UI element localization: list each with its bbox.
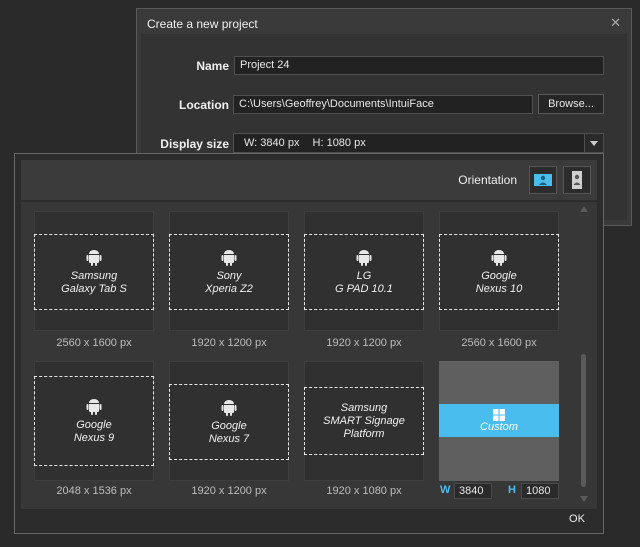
display-size-dropdown[interactable]: W: 3840 px H: 1080 px — [233, 133, 604, 153]
scroll-up-icon[interactable] — [580, 206, 588, 212]
device-screen: Google Nexus 10 — [439, 234, 559, 310]
ok-button[interactable]: OK — [557, 509, 597, 529]
location-label: Location — [179, 98, 229, 112]
device-grid: Samsung Galaxy Tab S 2560 x 1600 px Sony X… — [21, 202, 597, 509]
device-resolution: 1920 x 1200 px — [326, 337, 402, 349]
device-resolution: 1920 x 1200 px — [191, 485, 267, 497]
landscape-icon[interactable] — [529, 166, 557, 194]
device-name: LG G PAD 10.1 — [335, 270, 393, 295]
android-icon — [221, 250, 237, 266]
close-icon[interactable]: ✕ — [610, 15, 621, 31]
device-screen: Sony Xperia Z2 — [169, 234, 289, 310]
scroll-thumb[interactable] — [581, 354, 586, 487]
android-icon — [86, 250, 102, 266]
device-picker-panel: Orientation Samsung Galaxy Tab S 2560 x … — [14, 153, 604, 534]
device-resolution: 2048 x 1536 px — [56, 485, 132, 497]
device-name: Google Nexus 10 — [475, 270, 523, 295]
device-name: Google Nexus 7 — [208, 420, 250, 445]
device-screen: Samsung Galaxy Tab S — [34, 234, 154, 310]
custom-selected-bar: Custom — [439, 404, 559, 437]
browse-button[interactable]: Browse... — [538, 94, 604, 114]
device-screen: LG G PAD 10.1 — [304, 234, 424, 310]
location-field[interactable]: C:\Users\Geoffrey\Documents\IntuiFace — [233, 95, 533, 114]
custom-width-label: W — [440, 484, 451, 496]
device-name: Samsung Galaxy Tab S — [61, 270, 127, 295]
display-size-width: W: 3840 px — [244, 137, 300, 149]
device-resolution: 2560 x 1600 px — [56, 337, 132, 349]
custom-height-input[interactable]: 1080 — [521, 483, 559, 499]
scroll-down-icon[interactable] — [580, 496, 588, 502]
device-resolution: 1920 x 1200 px — [191, 337, 267, 349]
device-name: Samsung SMART Signage Platform — [323, 401, 405, 440]
name-field[interactable]: Project 24 — [234, 56, 604, 75]
chevron-down-icon[interactable] — [584, 134, 603, 152]
android-icon — [86, 399, 102, 415]
orientation-label: Orientation — [458, 173, 517, 187]
custom-label: Custom — [480, 420, 518, 433]
name-label: Name — [196, 59, 229, 73]
custom-dimensions: W 3840 H 1080 — [439, 483, 559, 499]
android-icon — [491, 250, 507, 266]
portrait-icon[interactable] — [563, 166, 591, 194]
device-screen: Samsung SMART Signage Platform — [304, 387, 424, 455]
windows-icon — [493, 408, 505, 421]
android-icon — [356, 250, 372, 266]
device-screen: Google Nexus 9 — [34, 376, 154, 466]
device-name: Sony Xperia Z2 — [205, 270, 253, 295]
device-screen: Google Nexus 7 — [169, 384, 289, 460]
custom-width-input[interactable]: 3840 — [454, 483, 492, 499]
device-name: Google Nexus 9 — [73, 419, 115, 444]
device-resolution: 2560 x 1600 px — [461, 337, 537, 349]
scrollbar[interactable] — [579, 204, 589, 504]
device-resolution: 1920 x 1080 px — [326, 485, 402, 497]
display-size-label: Display size — [160, 137, 229, 151]
android-icon — [221, 400, 237, 416]
custom-height-label: H — [508, 484, 516, 496]
display-size-height: H: 1080 px — [312, 137, 366, 149]
dialog-title: Create a new project — [147, 17, 258, 31]
panel-header: Orientation — [21, 160, 597, 200]
